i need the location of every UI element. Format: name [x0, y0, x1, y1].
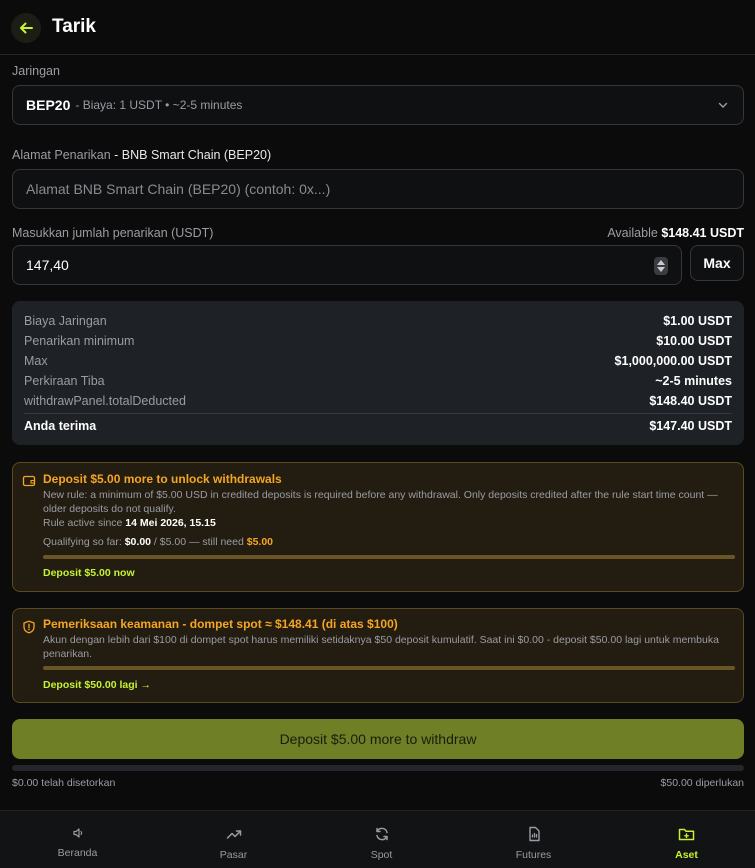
nav-label: Futures [515, 849, 552, 861]
summary-key: Max [24, 354, 48, 368]
amount-stepper[interactable] [654, 257, 668, 275]
nav-item-spot[interactable]: Spot [306, 811, 457, 868]
back-button[interactable] [11, 13, 41, 43]
qualifying-target: / $5.00 — still need [153, 536, 244, 548]
security-progress [43, 666, 735, 670]
deposit-more-link[interactable]: Deposit $50.00 lagi → [43, 679, 151, 691]
qualifying-need: $5.00 [246, 536, 274, 548]
deposit-rule-title: Deposit $5.00 more to unlock withdrawals [43, 472, 282, 486]
fee-summary: Biaya Jaringan $1.00 USDT Penarikan mini… [12, 301, 744, 445]
summary-key: withdrawPanel.totalDeducted [24, 394, 186, 408]
wallet-warning-icon [22, 475, 36, 487]
qualifying-label: Qualifying so far: [43, 536, 122, 548]
address-input[interactable] [26, 181, 743, 197]
summary-row: withdrawPanel.totalDeducted $148.40 USDT [24, 394, 732, 408]
summary-total-value: $147.40 USDT [649, 419, 732, 433]
nav-label: Aset [675, 849, 698, 861]
nav-label: Spot [370, 849, 393, 861]
nav-label: Beranda [57, 847, 98, 859]
network-selected-meta: - Biaya: 1 USDT • ~2-5 minutes [75, 98, 243, 112]
network-select[interactable]: BEP20 - Biaya: 1 USDT • ~2-5 minutes [12, 85, 744, 125]
wallet-folder-icon [678, 828, 695, 841]
nav-item-aset[interactable]: Aset [611, 811, 755, 868]
trend-up-icon [226, 830, 241, 839]
summary-row: Penarikan minimum $10.00 USDT [24, 334, 732, 348]
network-label: Jaringan [12, 64, 60, 78]
nav-label: Pasar [219, 849, 248, 861]
rule-since-value: 14 Mei 2026, 15.15 [125, 517, 216, 529]
deposit-now-link[interactable]: Deposit $5.00 now [43, 567, 135, 579]
home-icon [72, 828, 82, 838]
page-title: Tarik [52, 16, 97, 37]
summary-value: $148.40 USDT [649, 394, 732, 408]
rule-since-label: Rule active since [43, 517, 123, 529]
network-selected-name: BEP20 [26, 97, 71, 113]
swap-icon [375, 827, 388, 841]
summary-total-key: Anda terima [24, 419, 97, 433]
available-value: $148.41 USDT [661, 226, 744, 240]
nav-item-futures[interactable]: Futures [458, 811, 609, 868]
summary-key: Perkiraan Tiba [24, 374, 105, 388]
stepper-down-icon[interactable] [657, 267, 665, 272]
bottom-nav: Beranda Pasar Spot Futures Aset [0, 810, 755, 868]
nav-item-beranda[interactable]: Beranda [2, 811, 153, 868]
rule-since: Rule active since 14 Mei 2026, 15.15 [43, 516, 216, 530]
deposited-amount: $0.00 telah disetorkan [12, 777, 116, 789]
address-label-network: - BNB Smart Chain (BEP20) [110, 148, 272, 162]
required-amount: $50.00 diperlukan [660, 777, 744, 789]
deposit-progress-bar [12, 765, 744, 771]
deposit-rule-progress [43, 555, 735, 559]
max-button[interactable]: Max [690, 245, 744, 281]
summary-value: $10.00 USDT [656, 334, 732, 348]
document-chart-icon [528, 826, 540, 842]
amount-value[interactable]: 147,40 [26, 257, 69, 273]
nav-item-pasar[interactable]: Pasar [158, 811, 309, 868]
address-field[interactable] [12, 169, 744, 209]
summary-key: Biaya Jaringan [24, 314, 107, 328]
qualifying-current: $0.00 [124, 536, 151, 548]
summary-key: Penarikan minimum [24, 334, 135, 348]
deposit-rule-notice: Deposit $5.00 more to unlock withdrawals… [12, 462, 744, 592]
security-check-title: Pemeriksaan keamanan - dompet spot ≈ $14… [43, 617, 398, 631]
summary-value: ~2-5 minutes [655, 374, 732, 388]
summary-value: $1,000,000.00 USDT [614, 354, 732, 368]
app-header: Tarik [0, 0, 755, 55]
summary-value: $1.00 USDT [663, 314, 732, 328]
available-balance: Available $148.41 USDT [607, 226, 744, 240]
summary-row: Biaya Jaringan $1.00 USDT [24, 314, 732, 328]
qualifying-status: Qualifying so far: $0.00 / $5.00 — still… [43, 535, 273, 549]
amount-label: Masukkan jumlah penarikan (USDT) [12, 226, 214, 240]
available-label: Available [607, 226, 658, 240]
summary-total-row: Anda terima $147.40 USDT [24, 419, 732, 433]
summary-divider [24, 413, 732, 414]
security-check-text: Akun dengan lebih dari $100 di dompet sp… [43, 634, 719, 660]
summary-row: Perkiraan Tiba ~2-5 minutes [24, 374, 732, 388]
arrow-left-icon [20, 22, 33, 34]
shield-warning-icon [23, 620, 35, 634]
stepper-up-icon[interactable] [657, 260, 665, 265]
deposit-rule-text: New rule: a minimum of $5.00 USD in cred… [43, 489, 718, 515]
summary-row: Max $1,000,000.00 USDT [24, 354, 732, 368]
security-check-notice: Pemeriksaan keamanan - dompet spot ≈ $14… [12, 608, 744, 703]
amount-field[interactable]: 147,40 [12, 245, 682, 285]
deposit-to-withdraw-button[interactable]: Deposit $5.00 more to withdraw [12, 719, 744, 759]
address-label: Alamat Penarikan - BNB Smart Chain (BEP2… [12, 148, 271, 162]
address-label-text: Alamat Penarikan [12, 148, 111, 162]
chevron-down-icon [718, 102, 728, 108]
